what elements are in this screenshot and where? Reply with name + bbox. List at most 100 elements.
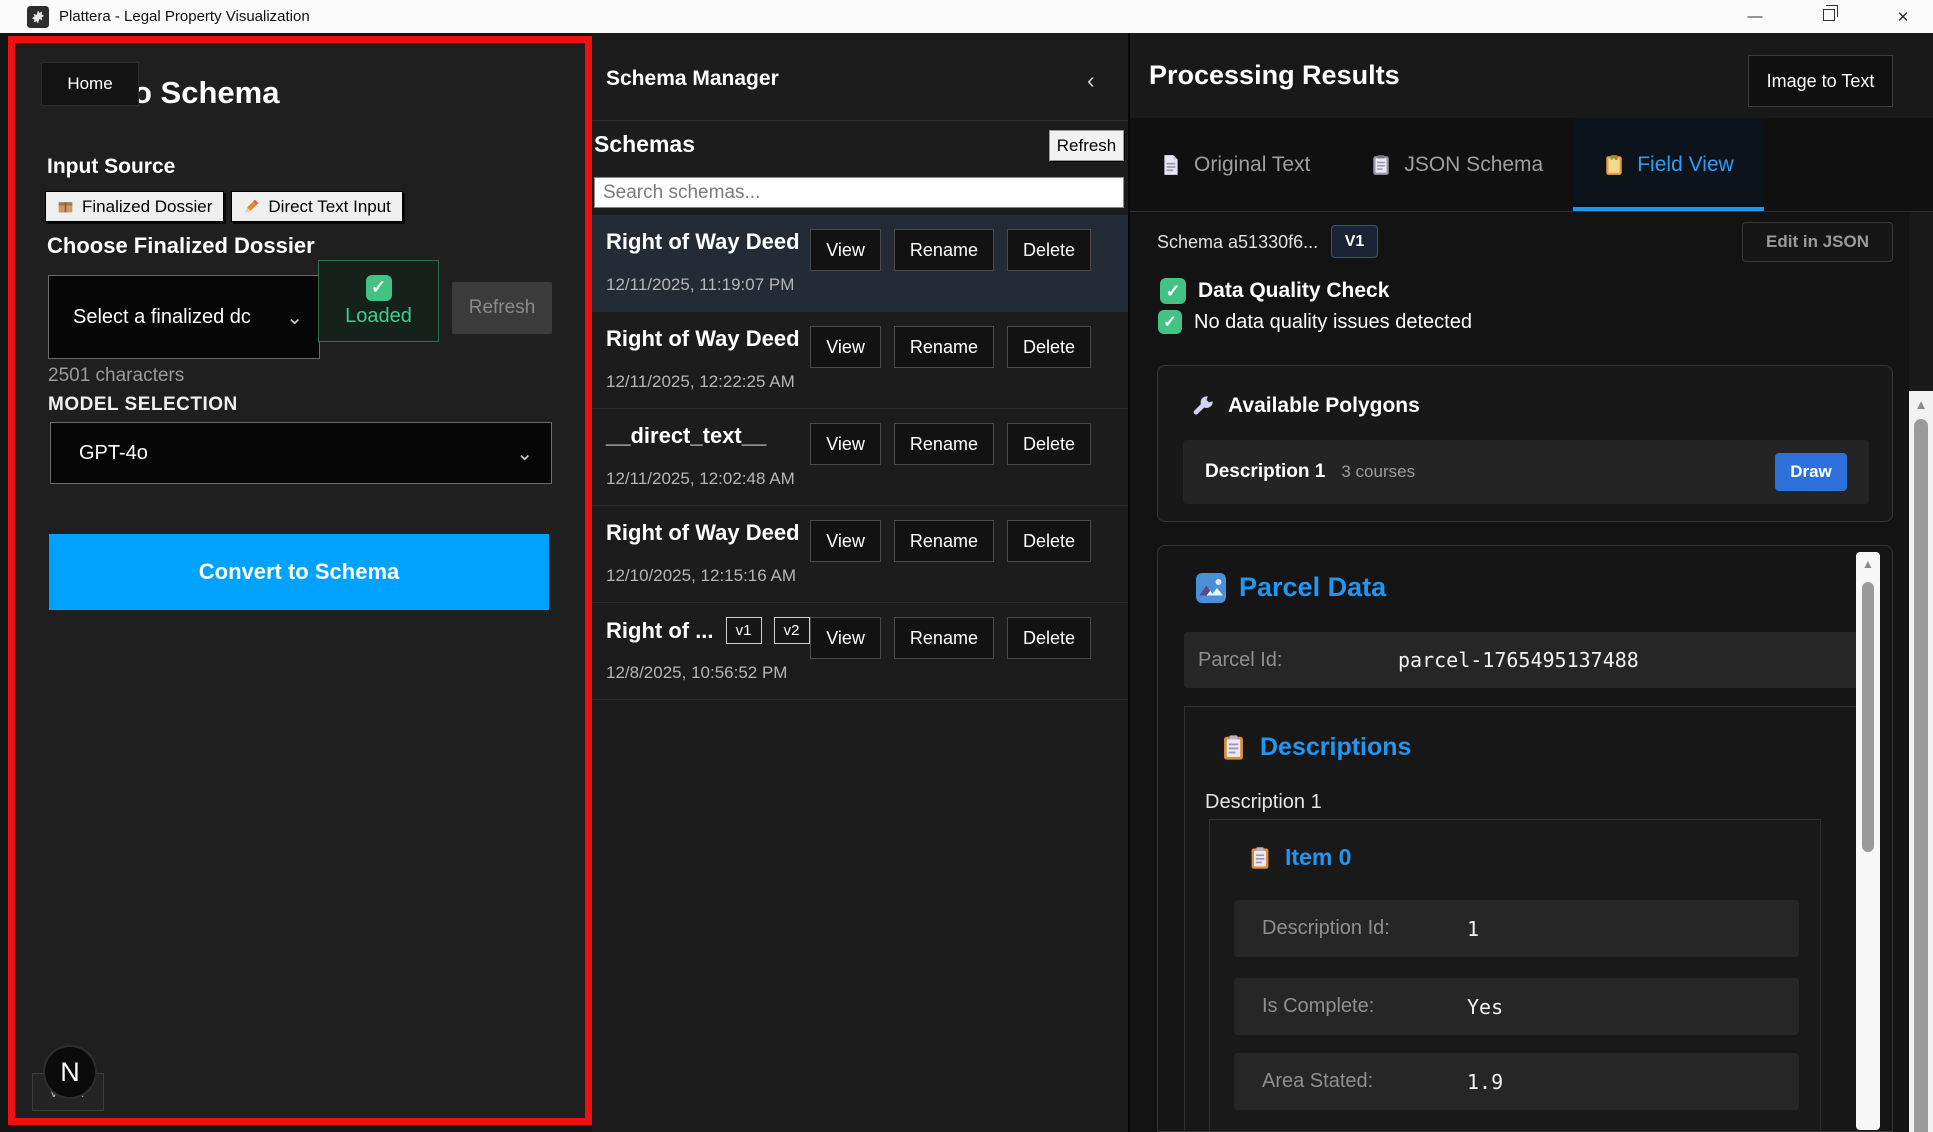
tab-label: Direct Text Input: [268, 197, 391, 217]
available-polygons-title: Available Polygons: [1191, 394, 1420, 418]
scroll-up-icon[interactable]: ▲: [1909, 391, 1933, 417]
parcel-data-title: Parcel Data: [1196, 572, 1386, 603]
schema-list-item[interactable]: Right of Way Deed 12/11/2025, 11:19:07 P…: [592, 215, 1128, 312]
image-to-text-button[interactable]: Image to Text: [1748, 55, 1893, 107]
view-button[interactable]: View: [810, 229, 881, 271]
processing-results-title: Processing Results: [1149, 60, 1400, 91]
polygons-title-text: Available Polygons: [1228, 394, 1420, 418]
divider: [592, 120, 1128, 121]
schema-version-badge[interactable]: V1: [1331, 225, 1378, 258]
panel-scrollbar[interactable]: ▲ ▼: [1909, 391, 1933, 1132]
scroll-up-icon[interactable]: ▲: [1856, 552, 1880, 576]
schema-list: Right of Way Deed 12/11/2025, 11:19:07 P…: [592, 215, 1128, 700]
view-button[interactable]: View: [810, 617, 881, 659]
chevron-down-icon: ⌄: [286, 305, 303, 330]
rename-button[interactable]: Rename: [894, 326, 994, 368]
direct-text-input-tab[interactable]: Direct Text Input: [231, 191, 403, 222]
delete-button[interactable]: Delete: [1007, 423, 1091, 465]
data-quality-check: ✓ Data Quality Check: [1160, 278, 1389, 304]
data-quality-message: ✓ No data quality issues detected: [1158, 310, 1472, 334]
results-tabbar: Original Text JSON Schema Field View: [1130, 118, 1933, 212]
scrollbar-thumb[interactable]: [1914, 419, 1928, 1132]
card-scrollbar[interactable]: ▲: [1856, 552, 1880, 1130]
area-stated-row: Area Stated: 1.9: [1234, 1053, 1799, 1110]
refresh-dossier-button[interactable]: Refresh: [452, 282, 552, 334]
schema-date: 12/11/2025, 12:02:48 AM: [606, 469, 795, 489]
schema-name: Right of Way Deed: [606, 326, 800, 352]
text-to-schema-panel: Home o Schema Input Source Finalized Dos…: [8, 36, 592, 1125]
choose-dossier-label: Choose Finalized Dossier: [47, 233, 315, 259]
document-icon: [1160, 154, 1182, 176]
polygon-name: Description 1: [1205, 461, 1325, 483]
convert-to-schema-button[interactable]: Convert to Schema: [49, 534, 549, 610]
parcel-data-card: Parcel Data Parcel Id: parcel-1765495137…: [1157, 545, 1893, 1132]
schema-name: __direct_text__: [606, 423, 766, 449]
schema-list-item[interactable]: Right of Way Deed 12/11/2025, 12:22:25 A…: [592, 312, 1128, 409]
parcel-id-row: Parcel Id: parcel-1765495137488: [1184, 632, 1858, 688]
data-quality-title: Data Quality Check: [1198, 279, 1389, 303]
tab-field-view[interactable]: Field View: [1573, 118, 1764, 211]
item-card: Item 0 Description Id: 1 Is Complete: Ye…: [1209, 819, 1821, 1132]
tab-original-text[interactable]: Original Text: [1130, 118, 1340, 211]
schema-list-item[interactable]: __direct_text__ 12/11/2025, 12:02:48 AM …: [592, 409, 1128, 506]
model-select-value: GPT-4o: [79, 442, 148, 465]
check-icon: ✓: [1158, 310, 1182, 334]
rename-button[interactable]: Rename: [894, 617, 994, 659]
park-icon: [1196, 573, 1226, 603]
delete-button[interactable]: Delete: [1007, 520, 1091, 562]
check-icon: ✓: [1160, 278, 1186, 304]
description-id-row: Description Id: 1: [1234, 900, 1799, 957]
window-title: Plattera - Legal Property Visualization: [59, 8, 310, 25]
polygon-row: Description 1 3 courses Draw: [1183, 440, 1869, 504]
version-badge-v2[interactable]: v2: [774, 617, 810, 644]
package-icon: [57, 198, 74, 215]
close-button[interactable]: ✕: [1889, 8, 1917, 26]
refresh-schemas-button[interactable]: Refresh: [1049, 130, 1124, 161]
model-select[interactable]: GPT-4o ⌄: [50, 422, 552, 484]
descriptions-title-text: Descriptions: [1260, 733, 1411, 762]
page-title: o Schema: [133, 75, 279, 111]
item-title: Item 0: [1248, 844, 1351, 871]
schema-name: Right of Way Deed: [606, 520, 800, 546]
delete-button[interactable]: Delete: [1007, 617, 1091, 659]
delete-button[interactable]: Delete: [1007, 326, 1091, 368]
collapse-panel-icon[interactable]: ‹: [1087, 67, 1095, 94]
version-badge-v1[interactable]: v1: [726, 617, 762, 644]
check-icon: ✓: [366, 275, 392, 301]
draw-button[interactable]: Draw: [1775, 453, 1847, 491]
view-button[interactable]: View: [810, 326, 881, 368]
schema-date: 12/11/2025, 11:19:07 PM: [606, 275, 794, 295]
view-button[interactable]: View: [810, 520, 881, 562]
clipboard-icon: [1370, 154, 1392, 176]
schema-reference: Schema a51330f6...: [1157, 232, 1318, 253]
chevron-down-icon: ⌄: [516, 441, 533, 466]
field-value: Yes: [1467, 995, 1503, 1019]
field-label: Area Stated:: [1262, 1070, 1467, 1093]
field-label: Description Id:: [1262, 917, 1467, 940]
character-count: 2501 characters: [48, 365, 184, 387]
clipboard-icon: [1248, 846, 1272, 870]
wrench-icon: [1191, 394, 1215, 418]
rename-button[interactable]: Rename: [894, 229, 994, 271]
edit-in-json-button[interactable]: Edit in JSON: [1742, 222, 1893, 262]
data-quality-text: No data quality issues detected: [1194, 311, 1472, 334]
dossier-select-value: Select a finalized dc: [73, 306, 251, 329]
dossier-select[interactable]: Select a finalized dc ⌄: [48, 275, 320, 359]
tab-json-schema[interactable]: JSON Schema: [1340, 118, 1573, 211]
home-button[interactable]: Home: [41, 62, 139, 106]
search-input[interactable]: [594, 177, 1124, 208]
view-button[interactable]: View: [810, 423, 881, 465]
scrollbar-thumb[interactable]: [1862, 582, 1874, 852]
finalized-dossier-tab[interactable]: Finalized Dossier: [45, 191, 224, 222]
rename-button[interactable]: Rename: [894, 423, 994, 465]
schema-list-item[interactable]: Right of Way Deed 12/10/2025, 12:15:16 A…: [592, 506, 1128, 603]
processing-results-panel: Processing Results Image to Text Origina…: [1130, 33, 1933, 1132]
avatar[interactable]: N: [43, 1045, 97, 1099]
restore-button[interactable]: [1815, 8, 1843, 25]
schema-list-item[interactable]: Right of ... v1 v2 12/8/2025, 10:56:52 P…: [592, 603, 1128, 700]
minimize-button[interactable]: —: [1741, 8, 1769, 25]
rename-button[interactable]: Rename: [894, 520, 994, 562]
field-value: 1.9: [1467, 1070, 1503, 1094]
delete-button[interactable]: Delete: [1007, 229, 1091, 271]
schema-manager-title: Schema Manager: [606, 67, 779, 91]
